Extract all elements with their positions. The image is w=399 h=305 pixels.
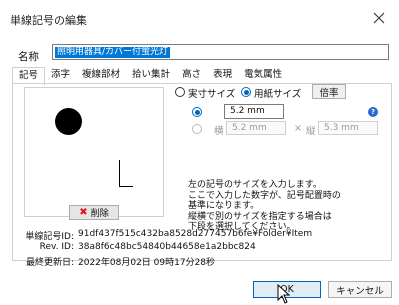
tab-subscript[interactable]: 添字 [45,67,76,84]
updated-date-value: 2022年08月02日 09時17分28秒 [78,258,216,268]
symbol-dot [55,108,82,135]
separate-size-radio[interactable] [192,124,202,134]
help-icon[interactable]: ? [368,107,378,117]
close-button[interactable] [359,0,399,36]
symbol-id-label: 単線記号ID: [25,232,74,242]
name-field[interactable]: 照明用器具/カバー付蛍光灯 [52,44,389,60]
times-sign: × [294,123,302,134]
width-input[interactable]: 5.2 mm [226,121,286,135]
description-line: 基準になります。 [188,201,260,211]
size-input[interactable]: 5.2 mm [224,104,284,119]
tab-bar: 記号 添字 複線部材 拾い集計 高さ 表現 電気属性 [12,67,288,86]
actual-size-radio[interactable] [175,87,185,97]
window-title: 単線記号の編集 [10,14,87,27]
symbol-l-mark [119,160,133,187]
delete-icon: ✖ [79,206,88,218]
description-line: 縦横で別のサイズを指定する場合は [188,211,332,222]
paper-size-radio[interactable] [241,87,251,97]
tab-height[interactable]: 高さ [176,67,207,84]
tab-takeoff[interactable]: 拾い集計 [126,67,176,84]
symbol-id-value: 91df437f515c432ba8528d277457b6fe¥Folder¥… [78,229,313,239]
cancel-button[interactable]: キャンセル [328,281,392,298]
mouse-cursor-icon [277,284,291,304]
scale-button[interactable]: 倍率 [312,84,346,99]
size-description: 左の記号のサイズを入力します。 ここで入力した数字が、記号配置時の 基準になりま… [188,180,378,233]
paper-size-label: 用紙サイズ [254,89,302,100]
rev-id-label: Rev. ID: [39,242,74,252]
tab-electrical[interactable]: 電気属性 [238,67,288,84]
symbol-preview [24,87,164,217]
description-line: ここで入力した数字が、記号配置時の [188,190,341,201]
name-value: 照明用器具/カバー付蛍光灯 [55,47,171,58]
height-label: 縦 [306,126,316,137]
updated-date-label: 最終更新日: [25,258,74,268]
name-label: 名称 [18,51,39,63]
width-label: 横 [214,126,224,137]
height-input[interactable]: 5.3 mm [318,121,378,135]
description-line: 左の記号のサイズを入力します。 [188,180,322,190]
delete-label: 削除 [90,209,109,219]
uniform-size-radio[interactable] [192,107,202,117]
rev-id-value: 38a8f6c48bc54840b44658e1a2bbc824 [78,242,256,252]
tab-expression[interactable]: 表現 [207,67,238,84]
actual-size-label: 実寸サイズ [188,89,236,100]
close-icon [373,12,385,24]
tab-multiline-parts[interactable]: 複線部材 [76,67,126,84]
delete-button[interactable]: ✖ 削除 [69,205,119,220]
